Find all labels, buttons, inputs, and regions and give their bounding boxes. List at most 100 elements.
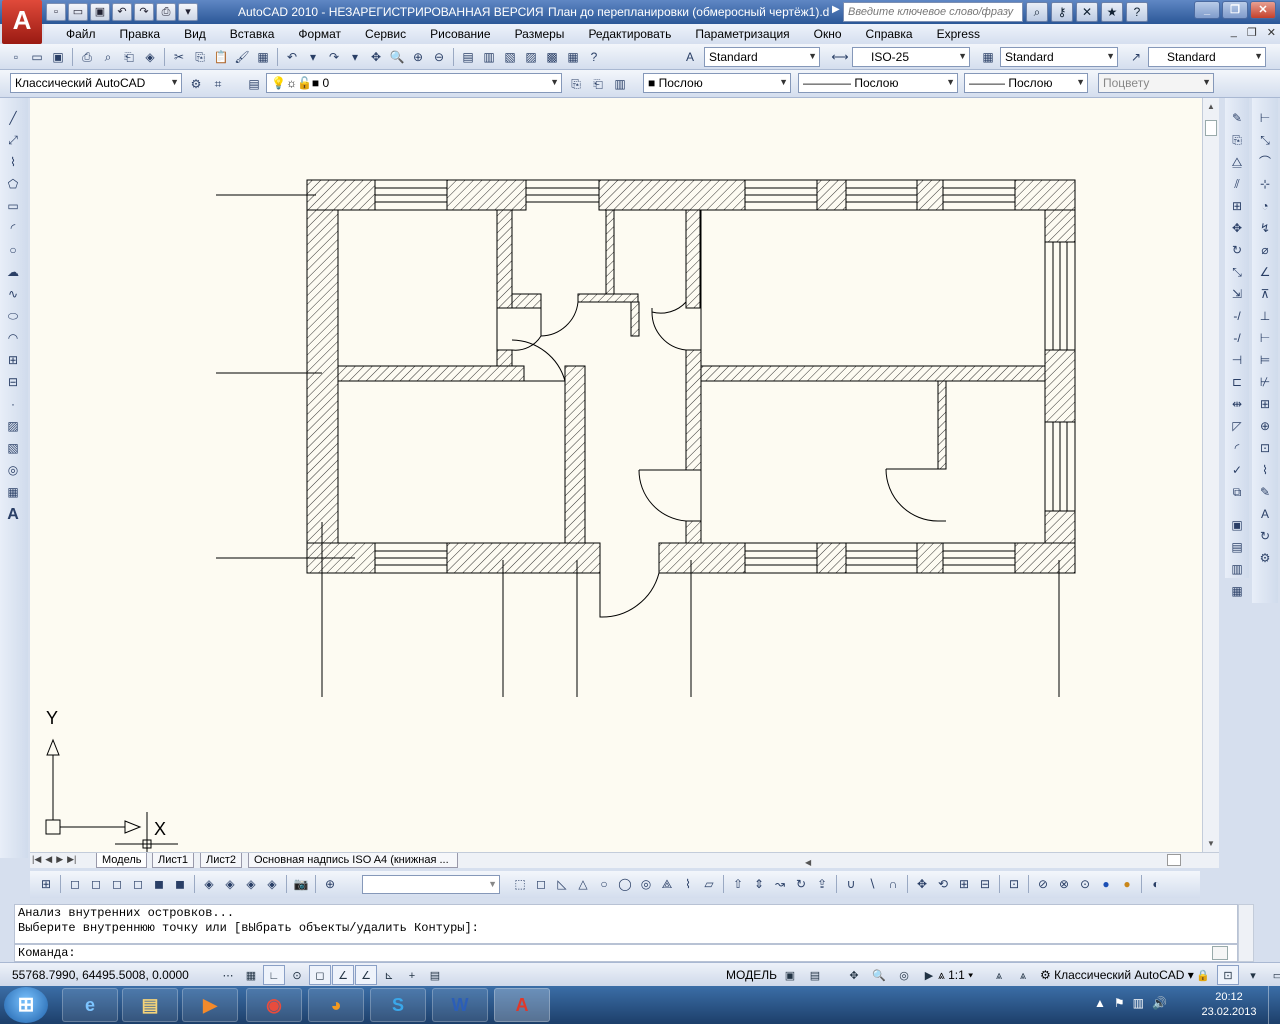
text-style-select[interactable]: Standard ▼ bbox=[704, 47, 820, 67]
explode-icon[interactable]: ✓ bbox=[1227, 460, 1247, 481]
erase-icon[interactable]: ✎ bbox=[1227, 108, 1247, 129]
redo-dropdown-icon[interactable]: ▾ bbox=[345, 47, 365, 67]
scale-icon[interactable]: ⤡ bbox=[1227, 262, 1247, 283]
conceptual-icon[interactable]: ● bbox=[1117, 874, 1137, 894]
qat-dropdown-icon[interactable]: ▾ bbox=[178, 3, 198, 21]
match-properties-icon[interactable]: 🖌 bbox=[232, 47, 252, 67]
coordinates-display[interactable]: 55768.7990, 64495.5008, 0.0000 bbox=[12, 968, 189, 982]
clean-screen-icon[interactable]: ▭ bbox=[1267, 965, 1280, 985]
open-file-icon[interactable]: ▭ bbox=[27, 47, 47, 67]
volume-icon[interactable]: 🔊 bbox=[1152, 996, 1167, 1010]
prev-tab-icon[interactable]: ◀ bbox=[45, 854, 52, 865]
3d-move-icon[interactable]: ✥ bbox=[912, 874, 932, 894]
properties-icon[interactable]: ▤ bbox=[458, 47, 478, 67]
copy-object-icon[interactable]: ⎘ bbox=[1227, 130, 1247, 151]
view-manager-icon[interactable]: ⊞ bbox=[36, 874, 56, 894]
quick-view-drawings-icon[interactable]: ▤ bbox=[804, 965, 826, 985]
torus-icon[interactable]: ◎ bbox=[636, 874, 656, 894]
command-scrollbar[interactable] bbox=[1238, 904, 1254, 962]
left-view-icon[interactable]: ◻ bbox=[107, 874, 127, 894]
file-explorer-icon[interactable]: ▤ bbox=[122, 988, 178, 1022]
isolate-objects-icon[interactable]: ⊡ bbox=[1217, 965, 1239, 985]
camera-icon[interactable]: 📷 bbox=[291, 874, 311, 894]
lineweight-select[interactable]: ——— Послою ▼ bbox=[964, 73, 1088, 93]
color-select[interactable]: ■ Послою ▼ bbox=[643, 73, 791, 93]
chamfer-icon[interactable]: ◸ bbox=[1227, 416, 1247, 437]
continue-icon[interactable]: ⊢ bbox=[1255, 328, 1275, 349]
polar-toggle-icon[interactable]: ⊙ bbox=[286, 965, 308, 985]
layer-previous-icon[interactable]: ⎗ bbox=[588, 74, 608, 94]
model-space-toggle[interactable]: МОДЕЛЬ bbox=[726, 968, 777, 982]
mleader-style-select[interactable]: Standard ▼ bbox=[1148, 47, 1266, 67]
plot-icon[interactable]: ⎙ bbox=[156, 3, 176, 21]
markup-icon[interactable]: ▩ bbox=[542, 47, 562, 67]
table-style-select[interactable]: Standard ▼ bbox=[1000, 47, 1118, 67]
render-icon[interactable]: ◐ bbox=[1146, 874, 1166, 894]
scroll-up-icon[interactable]: ▲ bbox=[1207, 102, 1215, 111]
hatch-icon[interactable]: ▨ bbox=[3, 416, 23, 437]
print-icon[interactable]: ⎙ bbox=[77, 47, 97, 67]
visual-styles-manager-icon[interactable]: ⊡ bbox=[1004, 874, 1024, 894]
rectangle-icon[interactable]: ▭ bbox=[3, 196, 23, 217]
redo-toolbar-icon[interactable]: ↷ bbox=[324, 47, 344, 67]
undo-toolbar-icon[interactable]: ↶ bbox=[282, 47, 302, 67]
save-file-icon[interactable]: ▣ bbox=[48, 47, 68, 67]
stretch-icon[interactable]: ⇲ bbox=[1227, 284, 1247, 305]
ne-iso-icon[interactable]: ◈ bbox=[241, 874, 261, 894]
region-icon[interactable]: ◎ bbox=[3, 460, 23, 481]
intersect-icon[interactable]: ∩ bbox=[883, 874, 903, 894]
break-icon[interactable]: ⊏ bbox=[1227, 372, 1247, 393]
make-current-layer-icon[interactable]: ⎘ bbox=[566, 74, 586, 94]
spline-icon[interactable]: ∿ bbox=[3, 284, 23, 305]
menu-modify[interactable]: Редактировать bbox=[576, 27, 683, 41]
ellipse-icon[interactable]: ⬭ bbox=[3, 306, 23, 327]
3d-hidden-icon[interactable]: ⊙ bbox=[1075, 874, 1095, 894]
arc-icon[interactable]: ◜ bbox=[3, 218, 23, 239]
plot-preview-icon[interactable]: ⌕ bbox=[98, 47, 118, 67]
front-view-icon[interactable]: ◼ bbox=[149, 874, 169, 894]
open-icon[interactable]: ▭ bbox=[68, 3, 88, 21]
sphere-icon[interactable]: ○ bbox=[594, 874, 614, 894]
minimize-button[interactable]: _ bbox=[1194, 1, 1220, 19]
menu-file[interactable]: Файл bbox=[54, 27, 108, 41]
draw-order-icon[interactable]: ⧉ bbox=[1227, 482, 1247, 503]
menu-parametric[interactable]: Параметризация bbox=[683, 27, 801, 41]
revolve-icon[interactable]: ↻ bbox=[791, 874, 811, 894]
menu-insert[interactable]: Вставка bbox=[218, 27, 287, 41]
arc-length-icon[interactable]: ⌒ bbox=[1255, 152, 1275, 173]
linear-dim-icon[interactable]: ⊢ bbox=[1255, 108, 1275, 129]
showmotion-icon[interactable]: ▶ bbox=[918, 965, 940, 985]
help-toolbar-icon[interactable]: ? bbox=[584, 47, 604, 67]
rotate-icon[interactable]: ↻ bbox=[1227, 240, 1247, 261]
aligned-dim-icon[interactable]: ⤡ bbox=[1255, 130, 1275, 151]
menu-view[interactable]: Вид bbox=[172, 27, 218, 41]
dim-edit-icon[interactable]: ✎ bbox=[1255, 482, 1275, 503]
quick-dim-icon[interactable]: ⊼ bbox=[1255, 284, 1275, 305]
first-tab-icon[interactable]: |◀ bbox=[32, 854, 41, 865]
annotation-scale[interactable]: ⩓ 1:1 ▾ bbox=[938, 968, 973, 983]
gradient-icon[interactable]: ▧ bbox=[3, 438, 23, 459]
cylinder-icon[interactable]: ◯ bbox=[615, 874, 635, 894]
layer-select[interactable]: 💡☼🔓■ 0 ▼ bbox=[266, 73, 562, 93]
3d-wireframe-icon[interactable]: ⊗ bbox=[1054, 874, 1074, 894]
otrack-toggle-icon[interactable]: ∠ bbox=[355, 965, 377, 985]
layer-manager-icon[interactable]: ▤ bbox=[244, 74, 264, 94]
lock-ui-icon[interactable]: 🔒 bbox=[1192, 965, 1214, 985]
scroll-down-icon[interactable]: ▼ bbox=[1207, 839, 1215, 848]
pan-status-icon[interactable]: ✥ bbox=[843, 965, 865, 985]
tab-iso-a4[interactable]: Основная надпись ISO A4 (книжная ... bbox=[248, 853, 458, 868]
polygon-icon[interactable]: ⬠ bbox=[3, 174, 23, 195]
horizontal-scroll-thumb[interactable] bbox=[1167, 854, 1181, 866]
loft-icon[interactable]: ⇪ bbox=[812, 874, 832, 894]
realistic-icon[interactable]: ● bbox=[1096, 874, 1116, 894]
dim-text-edit-icon[interactable]: A bbox=[1255, 504, 1275, 525]
menu-express[interactable]: Express bbox=[925, 27, 992, 41]
insert-block-icon[interactable]: ⊞ bbox=[3, 350, 23, 371]
zoom-status-icon[interactable]: 🔍 bbox=[868, 965, 890, 985]
block-editor-icon[interactable]: ▦ bbox=[253, 47, 273, 67]
skype-icon[interactable]: S bbox=[370, 988, 426, 1022]
help-icon[interactable]: ? bbox=[1126, 2, 1148, 22]
bring-above-icon[interactable]: ▥ bbox=[1227, 559, 1247, 580]
fillet-icon[interactable]: ◜ bbox=[1227, 438, 1247, 459]
close-button[interactable]: ✕ bbox=[1250, 1, 1276, 19]
